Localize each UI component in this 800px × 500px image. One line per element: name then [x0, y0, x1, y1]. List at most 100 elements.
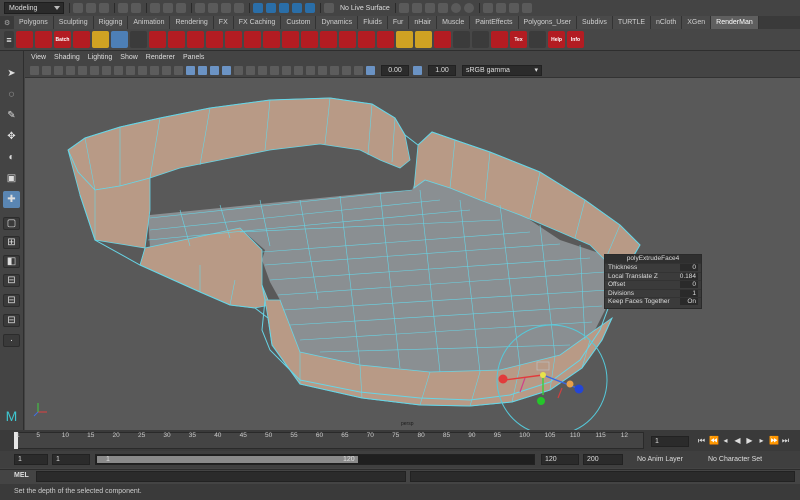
- safe-title-icon[interactable]: [174, 65, 183, 75]
- shelf-options-gear-icon[interactable]: ⚙: [4, 16, 14, 29]
- use-all-lights-icon[interactable]: [246, 65, 255, 75]
- wireframe-on-shaded-icon[interactable]: [222, 65, 231, 75]
- inview-attr-value[interactable]: 0.184: [679, 272, 698, 280]
- tab-sculpting[interactable]: Sculpting: [53, 16, 94, 29]
- inview-attr-value[interactable]: On: [680, 298, 698, 306]
- extrude-manipulator-tool-icon[interactable]: ✚: [3, 191, 20, 208]
- playback-start-field[interactable]: 1: [52, 454, 90, 465]
- current-frame-field[interactable]: 1: [651, 436, 689, 447]
- move-tool-icon[interactable]: ✥: [3, 128, 20, 145]
- tab-fur[interactable]: Fur: [387, 16, 410, 29]
- inview-editor-row[interactable]: Keep Faces Together On: [605, 297, 701, 306]
- volume-icon[interactable]: [301, 31, 318, 48]
- mask-vertex-icon[interactable]: [195, 3, 205, 13]
- attribute-editor-toggle-icon[interactable]: [495, 3, 506, 13]
- camera-attributes-icon[interactable]: [42, 65, 51, 75]
- panel-menu-show[interactable]: Show: [120, 54, 138, 61]
- snap-curve-icon[interactable]: [266, 3, 276, 13]
- tab-subdivs[interactable]: Subdivs: [577, 16, 613, 29]
- mask-face-icon[interactable]: [221, 3, 231, 13]
- info-icon[interactable]: Info: [567, 31, 584, 48]
- history-icon[interactable]: [398, 3, 409, 13]
- snap-surface-icon[interactable]: [305, 3, 315, 13]
- grid-icon[interactable]: [102, 65, 111, 75]
- gizmo-icon[interactable]: [453, 31, 470, 48]
- depth-of-field-icon[interactable]: [306, 65, 315, 75]
- snap-view-icon[interactable]: [292, 3, 302, 13]
- panel-menu-renderer[interactable]: Renderer: [146, 54, 175, 61]
- select-tool-arrow-icon[interactable]: ➤: [3, 65, 20, 82]
- bookmark-icon[interactable]: [54, 65, 63, 75]
- bake-icon[interactable]: [358, 31, 375, 48]
- mesh-icon[interactable]: [529, 31, 546, 48]
- textured-icon[interactable]: [234, 65, 243, 75]
- layout-four-pane-icon[interactable]: ⊞: [3, 236, 20, 249]
- cross-icon[interactable]: [472, 31, 489, 48]
- mask-edge-icon[interactable]: [208, 3, 218, 13]
- select-hierarchy-icon[interactable]: [150, 3, 160, 13]
- sphere-icon[interactable]: [130, 31, 147, 48]
- sidebar-toggle-icon[interactable]: [482, 3, 493, 13]
- film-gate-icon[interactable]: [114, 65, 123, 75]
- gamma-field[interactable]: 1.00: [428, 64, 456, 76]
- view-transform-select[interactable]: sRGB gamma ▾: [462, 64, 542, 76]
- gamma-icon[interactable]: [413, 65, 422, 75]
- aov-icon[interactable]: [377, 31, 394, 48]
- shelf-menu-icon[interactable]: ≡: [4, 31, 14, 48]
- layout-two-pane-icon[interactable]: ⊟: [3, 314, 20, 327]
- screen-space-ao-icon[interactable]: [270, 65, 279, 75]
- play-backwards-icon[interactable]: ◀: [733, 436, 742, 446]
- inview-attr-value[interactable]: 0: [680, 264, 698, 272]
- anti-aliasing-icon[interactable]: [294, 65, 303, 75]
- 2d-pan-zoom-icon[interactable]: [78, 65, 87, 75]
- tab-fx[interactable]: FX: [213, 16, 234, 29]
- rotate-tool-icon[interactable]: ◐: [3, 149, 20, 166]
- tab-renderman[interactable]: RenderMan: [711, 16, 759, 29]
- character-set-label[interactable]: No Character Set: [708, 454, 762, 465]
- render-view-icon[interactable]: [411, 3, 422, 13]
- new-scene-icon[interactable]: [73, 3, 83, 13]
- archive-icon[interactable]: [320, 31, 337, 48]
- light-icon[interactable]: [92, 31, 109, 48]
- panel-menu-lighting[interactable]: Lighting: [88, 54, 113, 61]
- tab-rendering[interactable]: Rendering: [170, 16, 214, 29]
- xray-joints-icon[interactable]: [354, 65, 363, 75]
- tab-xgen[interactable]: XGen: [682, 16, 712, 29]
- layout-persp-outliner-icon[interactable]: ◧: [3, 255, 20, 268]
- inview-editor-row[interactable]: Thickness 0: [605, 263, 701, 272]
- paint-select-tool-icon[interactable]: ✎: [3, 107, 20, 124]
- inview-editor-polyextrudeface[interactable]: polyExtrudeFace4 Thickness 0 Local Transla…: [604, 254, 702, 309]
- inview-editor-row[interactable]: Local Translate Z 0.184: [605, 271, 701, 281]
- image-plane-icon[interactable]: [66, 65, 75, 75]
- undo-icon[interactable]: [118, 3, 128, 13]
- snap-point-icon[interactable]: [279, 3, 289, 13]
- range-slider-handle[interactable]: [97, 456, 358, 463]
- bulb-icon[interactable]: [415, 31, 432, 48]
- step-forward-key-icon[interactable]: ⏩: [769, 436, 779, 446]
- range-slider-bar[interactable]: [95, 454, 535, 465]
- gate-mask-icon[interactable]: [138, 65, 147, 75]
- shadows-icon[interactable]: [258, 65, 267, 75]
- anim-layer-label[interactable]: No Anim Layer: [637, 454, 683, 465]
- inview-attr-value[interactable]: 0: [680, 281, 698, 289]
- layout-single-pane-icon[interactable]: ▢: [3, 217, 20, 230]
- inview-editor-row[interactable]: Offset 0: [605, 280, 701, 289]
- tex-icon[interactable]: Tex: [510, 31, 527, 48]
- flag-icon[interactable]: [263, 31, 280, 48]
- tab-dynamics[interactable]: Dynamics: [316, 16, 359, 29]
- isolate-select-icon[interactable]: [318, 65, 327, 75]
- panel-menu-shading[interactable]: Shading: [54, 54, 80, 61]
- instance-icon[interactable]: [339, 31, 356, 48]
- shader-icon[interactable]: [168, 31, 185, 48]
- go-to-end-icon[interactable]: ⏭: [781, 436, 790, 446]
- go-to-start-icon[interactable]: ⏮: [697, 436, 706, 446]
- tab-rigging[interactable]: Rigging: [93, 16, 129, 29]
- xray-icon[interactable]: [330, 65, 339, 75]
- resolution-gate-icon[interactable]: [126, 65, 135, 75]
- select-object-icon[interactable]: [163, 3, 173, 13]
- mask-uv-icon[interactable]: [234, 3, 244, 13]
- exposure-icon[interactable]: [366, 65, 375, 75]
- default-material-icon[interactable]: [210, 65, 219, 75]
- smooth-shade-icon[interactable]: [198, 65, 207, 75]
- scene-icon[interactable]: [491, 31, 508, 48]
